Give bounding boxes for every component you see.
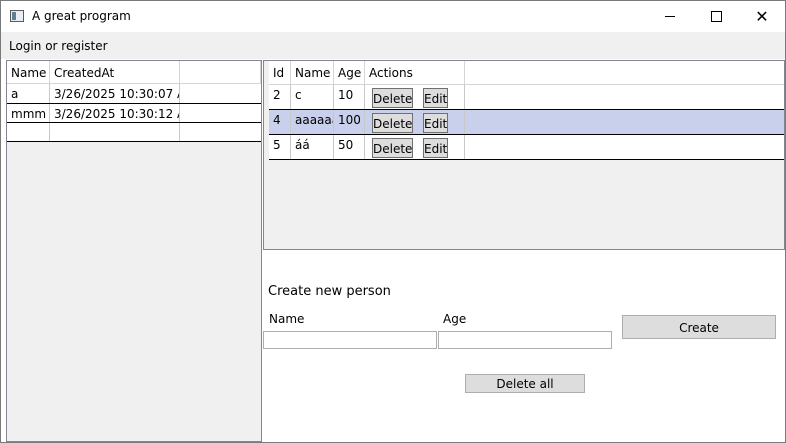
cell-id: 5 (269, 135, 291, 159)
close-icon: ✕ (755, 6, 769, 26)
cell-name: c (291, 85, 334, 109)
app-window: A great program ✕ Login or register Name… (0, 0, 786, 443)
column-header-id[interactable]: Id (269, 61, 291, 85)
cell-age: 100 (334, 110, 365, 134)
column-header-filler (465, 61, 784, 85)
table-row[interactable]: mmm 3/26/2025 10:30:12 AM (7, 104, 261, 123)
delete-button[interactable]: Delete (372, 138, 413, 158)
people-grid[interactable]: Id Name Age Actions 2 c 10 Delete Edit 4… (263, 60, 785, 250)
column-header-name[interactable]: Name (291, 61, 334, 85)
cell-filler (180, 123, 261, 141)
cell-name: áá (291, 135, 334, 159)
delete-button[interactable]: Delete (372, 113, 413, 133)
maximize-icon (710, 11, 722, 22)
edit-button[interactable]: Edit (423, 138, 448, 158)
edit-button[interactable]: Edit (423, 113, 448, 133)
minimize-icon (665, 16, 675, 17)
delete-button[interactable]: Delete (372, 88, 413, 108)
users-grid[interactable]: Name CreatedAt a 3/26/2025 10:30:07 AM m… (6, 60, 262, 442)
cell-name: aaaaaa (291, 110, 334, 134)
window-title: A great program (32, 9, 131, 23)
cell-name: a (7, 84, 50, 103)
table-row[interactable]: 2 c 10 Delete Edit (269, 85, 784, 110)
cell-age: 10 (334, 85, 365, 109)
cell-name[interactable] (7, 123, 50, 141)
form-title: Create new person (268, 284, 391, 299)
cell-filler (180, 84, 261, 103)
edit-button[interactable]: Edit (423, 88, 448, 108)
name-input[interactable] (263, 331, 437, 349)
table-row-selected[interactable]: 4 aaaaaa 100 Delete Edit (269, 110, 784, 135)
column-header-actions[interactable]: Actions (365, 61, 465, 85)
column-header-name[interactable]: Name (7, 61, 50, 84)
cell-createdat: 3/26/2025 10:30:12 AM (50, 104, 180, 122)
create-button[interactable]: Create (622, 315, 776, 339)
cell-actions: Delete Edit (365, 110, 465, 134)
cell-createdat[interactable] (50, 123, 180, 141)
delete-all-button[interactable]: Delete all (465, 374, 585, 393)
menu-login-or-register[interactable]: Login or register (9, 39, 108, 53)
table-row[interactable]: 5 áá 50 Delete Edit (269, 135, 784, 160)
column-header-createdat[interactable]: CreatedAt (50, 61, 180, 84)
menu-bar: Login or register (1, 32, 785, 59)
new-item-row[interactable] (7, 123, 261, 142)
minimize-button[interactable] (647, 1, 693, 32)
cell-id: 4 (269, 110, 291, 134)
column-header-age[interactable]: Age (334, 61, 365, 85)
table-row[interactable]: a 3/26/2025 10:30:07 AM (7, 84, 261, 104)
cell-id: 2 (269, 85, 291, 109)
cell-actions: Delete Edit (365, 85, 465, 109)
maximize-button[interactable] (693, 1, 739, 32)
cell-age: 50 (334, 135, 365, 159)
name-label: Name (269, 312, 305, 326)
column-header-filler (180, 61, 261, 84)
app-window-icon (10, 10, 24, 22)
age-label: Age (443, 312, 467, 326)
cell-createdat: 3/26/2025 10:30:07 AM (50, 84, 180, 103)
cell-filler (180, 104, 261, 122)
cell-actions: Delete Edit (365, 135, 465, 159)
title-bar[interactable]: A great program ✕ (1, 1, 785, 32)
cell-name: mmm (7, 104, 50, 122)
age-input[interactable] (438, 331, 612, 349)
close-button[interactable]: ✕ (739, 1, 785, 32)
